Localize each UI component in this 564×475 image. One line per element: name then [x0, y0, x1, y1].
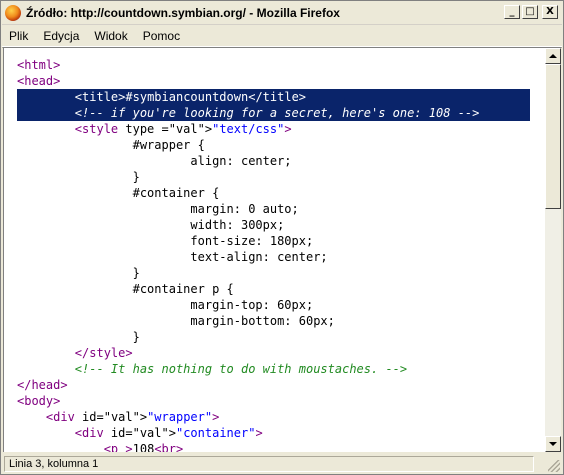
window-controls: _ □ X: [504, 5, 558, 19]
source-line: #wrapper {: [17, 138, 205, 152]
source-line: margin-bottom: 60px;: [17, 314, 335, 328]
source-line: #container p {: [17, 282, 234, 296]
menu-widok[interactable]: Widok: [87, 29, 135, 43]
source-line: <!-- if you're looking for a secret, her…: [17, 105, 530, 121]
source-line: }: [17, 330, 140, 344]
source-line: </style>: [74, 346, 133, 360]
source-line: <body>: [17, 394, 61, 408]
resize-grip-icon[interactable]: [548, 460, 560, 472]
menu-plik[interactable]: Plik: [2, 29, 36, 43]
close-button[interactable]: X: [542, 5, 558, 19]
firefox-icon: [5, 5, 21, 21]
source-line: font-size: 180px;: [17, 234, 314, 248]
source-line: <html>: [17, 58, 61, 72]
status-text: Linia 3, kolumna 1: [4, 456, 534, 472]
source-line: <!-- It has nothing to do with moustache…: [74, 362, 408, 376]
source-line: align: center;: [17, 154, 292, 168]
menu-edycja[interactable]: Edycja: [36, 29, 87, 43]
maximize-button[interactable]: □: [522, 5, 538, 19]
source-line: <head>: [17, 74, 61, 88]
menu-pomoc[interactable]: Pomoc: [136, 29, 188, 43]
source-line: margin-top: 60px;: [17, 298, 314, 312]
status-bar: Linia 3, kolumna 1: [2, 454, 562, 474]
source-line: <div id="val">"container">: [74, 426, 263, 440]
menu-bar: Plik Edycja Widok Pomoc: [2, 25, 562, 47]
firefox-view-source-window: Źródło: http://countdown.symbian.org/ - …: [0, 0, 564, 475]
arrow-down-icon: [549, 442, 557, 446]
vertical-scrollbar[interactable]: [545, 48, 561, 452]
source-line: #container {: [17, 186, 220, 200]
source-line: }: [17, 266, 140, 280]
source-line: margin: 0 auto;: [17, 202, 299, 216]
minimize-button[interactable]: _: [504, 5, 520, 19]
source-line: <title>#symbiancountdown</title>: [17, 89, 530, 105]
source-line: text-align: center;: [17, 250, 328, 264]
source-line: }: [17, 170, 140, 184]
source-line: <style type ="val">"text/css">: [74, 122, 292, 136]
scroll-down-button[interactable]: [545, 436, 561, 452]
source-code[interactable]: <html> <head> <title>#symbiancountdown</t…: [4, 48, 544, 452]
window-title: Źródło: http://countdown.symbian.org/ - …: [26, 6, 340, 20]
source-view[interactable]: <html> <head> <title>#symbiancountdown</t…: [3, 47, 561, 452]
source-line: <div id="val">"wrapper">: [45, 410, 220, 424]
source-line: <p >108<br>: [103, 442, 184, 452]
source-line: </head>: [17, 378, 68, 392]
scroll-up-button[interactable]: [545, 48, 561, 64]
title-bar[interactable]: Źródło: http://countdown.symbian.org/ - …: [2, 2, 562, 25]
arrow-up-icon: [549, 54, 557, 58]
source-line: width: 300px;: [17, 218, 285, 232]
scrollbar-thumb[interactable]: [545, 64, 561, 209]
